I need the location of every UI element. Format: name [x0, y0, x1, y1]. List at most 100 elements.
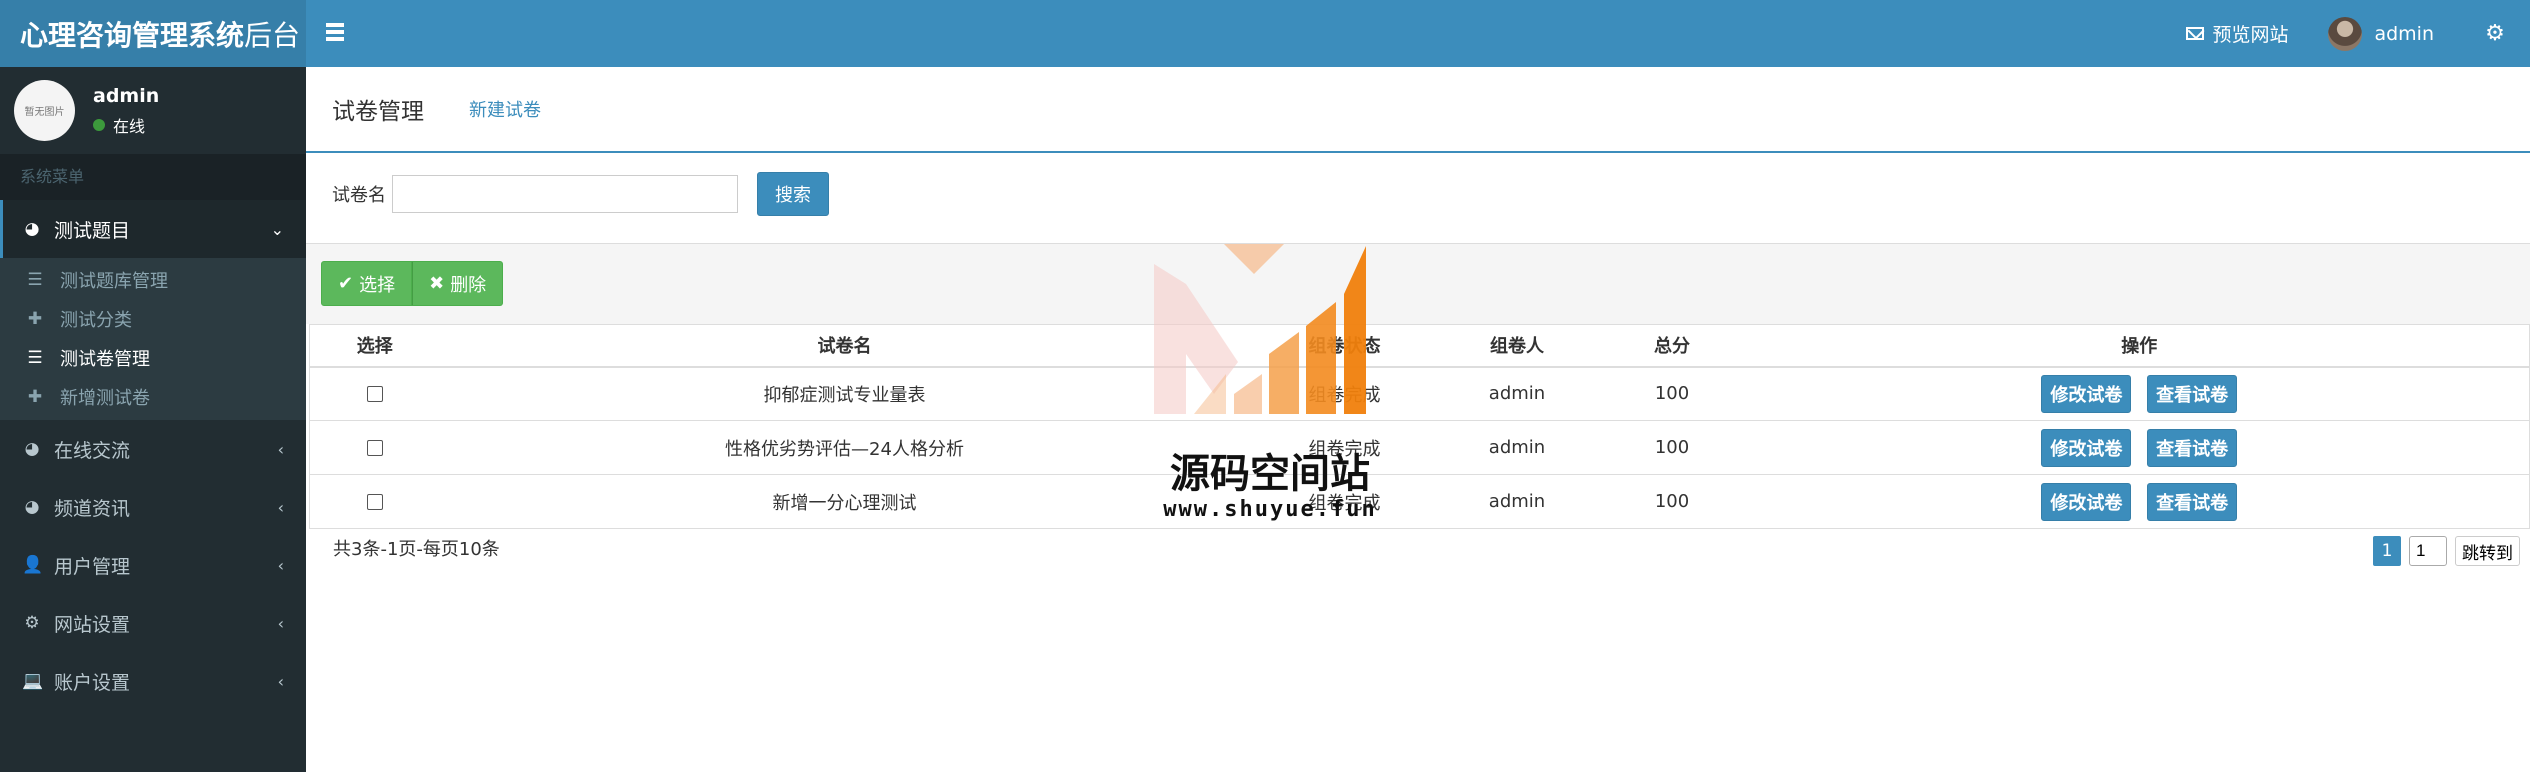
sidebar-item-channel-news[interactable]: ◕ 频道资讯 ‹: [0, 478, 306, 536]
edit-paper-button[interactable]: 修改试卷: [2041, 482, 2132, 521]
top-navbar: 预览网站 admin ⚙: [306, 0, 2530, 67]
preview-site-label: 预览网站: [2212, 24, 2289, 46]
delete-button-label: 删除: [450, 274, 487, 296]
new-paper-link[interactable]: 新建试卷: [469, 96, 541, 122]
paper-score: 100: [1594, 474, 1750, 529]
jump-button[interactable]: 跳转到: [2455, 536, 2520, 566]
paper-score: 100: [1594, 366, 1750, 421]
chevron-left-icon: ‹: [277, 439, 284, 459]
search-form: 试卷名 搜索: [332, 172, 829, 216]
column-header: 试卷名: [439, 324, 1250, 368]
column-header: 选择: [309, 324, 440, 368]
status-label: 在线: [113, 116, 146, 136]
chevron-down-icon: ⌄: [270, 219, 284, 239]
search-input[interactable]: [392, 175, 738, 213]
sidebar-item-account-settings[interactable]: 💻 账户设置 ‹: [0, 652, 306, 710]
main-content: 试卷管理 新建试卷 试卷名 搜索 ✔ 选择 ✖ 删除 选择 试卷名 组卷状态 组…: [306, 67, 2530, 772]
column-header: 操作: [1749, 324, 2530, 368]
check-icon: ✔: [338, 273, 354, 294]
sidebar-item-label: 新增测试卷: [60, 387, 150, 409]
sidebar-item-label: 测试题库管理: [60, 270, 168, 292]
delete-button[interactable]: ✖ 删除: [412, 261, 504, 306]
edit-paper-button[interactable]: 修改试卷: [2041, 428, 2132, 467]
gear-icon: ⚙: [24, 613, 40, 633]
online-status: 在线: [93, 113, 159, 137]
select-button[interactable]: ✔ 选择: [321, 261, 413, 306]
watermark-text: 源码空间站: [1170, 451, 1370, 497]
sidebar-item-label: 测试题目: [54, 219, 131, 242]
sidebar-item-question-bank[interactable]: ☰ 测试题库管理: [0, 260, 306, 299]
table-row: 新增一分心理测试 组卷完成 admin 100 修改试卷 查看试卷: [309, 474, 2530, 529]
content-header: 试卷管理 新建试卷: [306, 67, 2530, 153]
table-row: 性格优劣势评估—24人格分析 组卷完成 admin 100 修改试卷 查看试卷: [309, 420, 2530, 475]
sidebar-username: admin: [93, 84, 160, 107]
sidebar-item-label: 账户设置: [54, 671, 131, 694]
search-button[interactable]: 搜索: [757, 172, 829, 216]
sidebar-item-test-category[interactable]: ✚ 测试分类: [0, 299, 306, 338]
username-label: admin: [2374, 22, 2434, 45]
search-label: 试卷名: [332, 185, 386, 206]
row-checkbox[interactable]: [366, 440, 383, 456]
view-paper-button[interactable]: 查看试卷: [2147, 428, 2238, 467]
view-paper-button[interactable]: 查看试卷: [2147, 482, 2238, 521]
sidebar-item-test-questions[interactable]: ◕ 测试题目 ⌄: [0, 200, 306, 258]
pagination: 1 跳转到: [2373, 536, 2520, 566]
user-icon: 👤: [22, 555, 44, 575]
pagination-summary: 共3条-1页-每页10条: [333, 539, 500, 560]
gears-icon[interactable]: ⚙: [2478, 17, 2512, 51]
close-icon: ✖: [429, 273, 445, 294]
plus-icon: ✚: [27, 308, 43, 329]
paper-creator: admin: [1439, 420, 1595, 475]
chevron-left-icon: ‹: [277, 671, 284, 691]
paper-name: 抑郁症测试专业量表: [439, 366, 1250, 421]
sidebar-item-site-settings[interactable]: ⚙ 网站设置 ‹: [0, 594, 306, 652]
user-avatar: 暂无图片: [14, 80, 75, 141]
view-paper-button[interactable]: 查看试卷: [2147, 374, 2238, 413]
page-number-input[interactable]: [2409, 536, 2447, 566]
envelope-icon: [2186, 27, 2205, 40]
app-logo[interactable]: 心理咨询管理系统 后台: [0, 0, 306, 67]
row-checkbox[interactable]: [366, 386, 383, 403]
list-icon: ☰: [27, 269, 43, 290]
sidebar-item-label: 用户管理: [54, 555, 131, 578]
app-title: 心理咨询管理系统: [20, 18, 245, 52]
edit-paper-button[interactable]: 修改试卷: [2041, 374, 2132, 413]
current-page-button[interactable]: 1: [2373, 536, 2401, 566]
chevron-left-icon: ‹: [277, 555, 284, 575]
pie-chart-icon: ◕: [24, 439, 40, 459]
submenu: ☰ 测试题库管理 ✚ 测试分类 ☰ 测试卷管理 ✚ 新增测试卷: [0, 258, 306, 420]
paper-creator: admin: [1439, 366, 1595, 421]
sidebar-item-add-paper[interactable]: ✚ 新增测试卷: [0, 377, 306, 416]
menu-header: 系统菜单: [0, 154, 306, 200]
column-header: 组卷状态: [1249, 324, 1440, 368]
column-header: 组卷人: [1439, 324, 1595, 368]
sidebar-item-label: 测试分类: [60, 309, 132, 331]
sidebar: 暂无图片 admin 在线 系统菜单 ◕ 测试题目 ⌄ ☰ 测试题库管理 ✚ 测…: [0, 67, 306, 772]
list-icon: ☰: [27, 347, 43, 368]
pie-chart-icon: ◕: [24, 219, 40, 239]
select-button-label: 选择: [359, 274, 396, 296]
sidebar-item-label: 在线交流: [54, 439, 131, 462]
row-checkbox[interactable]: [366, 494, 383, 510]
paper-status: 组卷完成: [1249, 366, 1440, 421]
user-menu[interactable]: admin: [2328, 16, 2434, 51]
chevron-left-icon: ‹: [277, 497, 284, 517]
page-title: 试卷管理: [332, 99, 424, 125]
preview-site-link[interactable]: 预览网站: [2186, 20, 2288, 47]
sidebar-item-paper-management[interactable]: ☰ 测试卷管理: [0, 338, 306, 377]
paper-creator: admin: [1439, 474, 1595, 529]
watermark-url: www.shuyue.fun: [1163, 497, 1377, 522]
papers-table: 选择 试卷名 组卷状态 组卷人 总分 操作 抑郁症测试专业量表 组卷完成 adm…: [309, 324, 2530, 529]
plus-icon: ✚: [27, 386, 43, 407]
paper-name: 性格优劣势评估—24人格分析: [439, 420, 1250, 475]
sidebar-item-label: 频道资讯: [54, 497, 131, 520]
sidebar-item-online-chat[interactable]: ◕ 在线交流 ‹: [0, 420, 306, 478]
app-title-suffix: 后台: [244, 18, 301, 52]
status-dot-icon: [93, 118, 105, 131]
table-row: 抑郁症测试专业量表 组卷完成 admin 100 修改试卷 查看试卷: [309, 366, 2530, 421]
user-panel: 暂无图片 admin 在线: [0, 67, 306, 154]
sidebar-item-user-management[interactable]: 👤 用户管理 ‹: [0, 536, 306, 594]
sidebar-toggle-icon[interactable]: [326, 20, 354, 48]
column-header: 总分: [1594, 324, 1750, 368]
paper-score: 100: [1594, 420, 1750, 475]
